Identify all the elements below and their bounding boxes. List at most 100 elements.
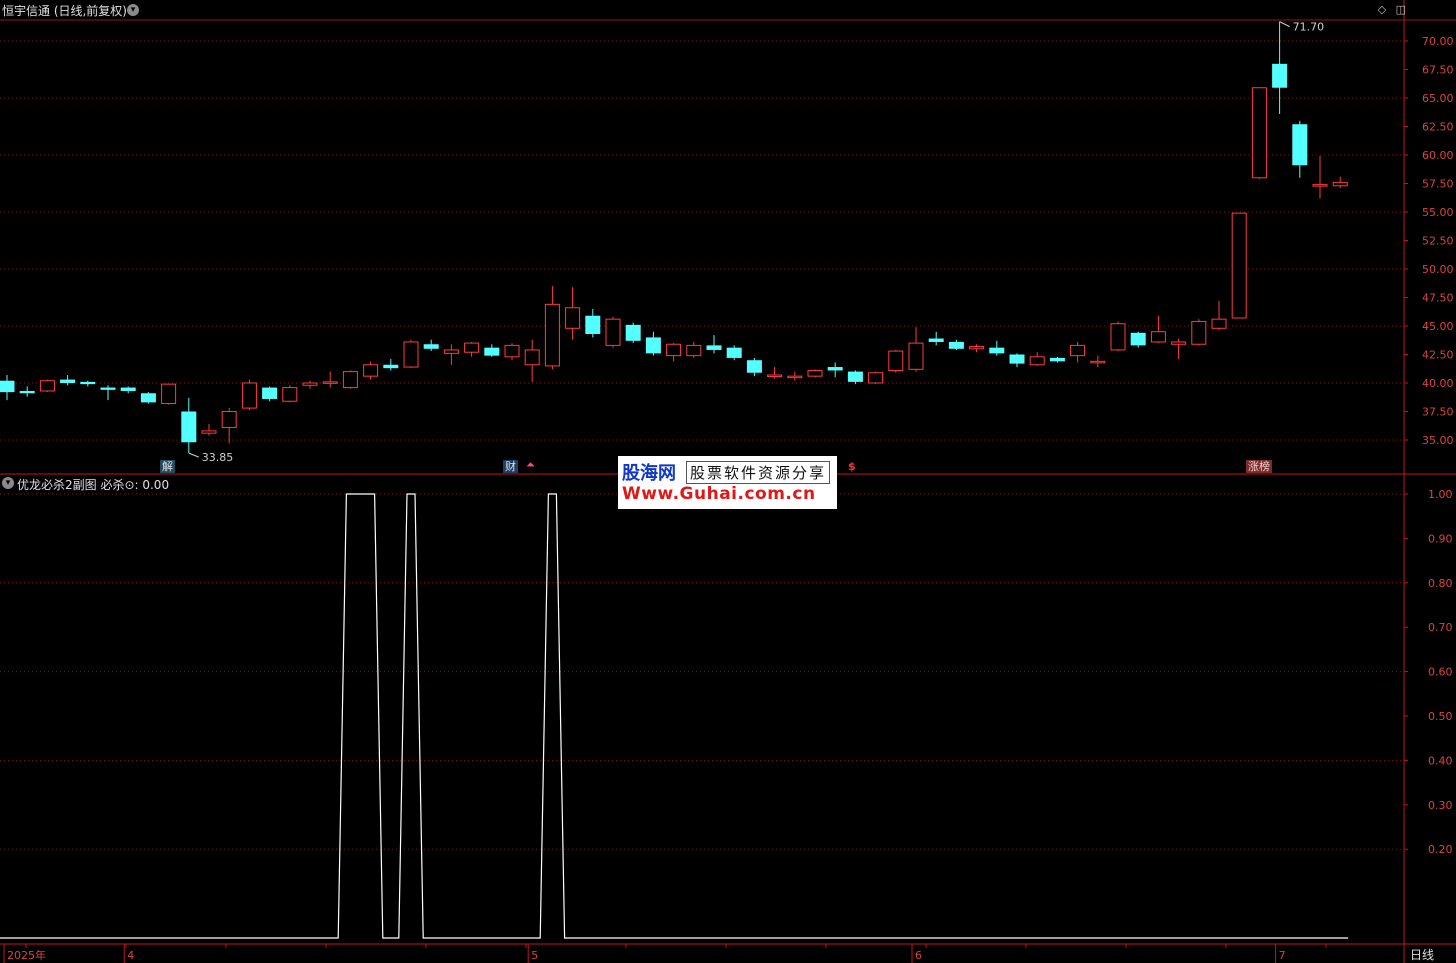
candle — [484, 344, 500, 357]
candle — [1049, 356, 1065, 363]
candle — [1070, 341, 1086, 363]
candle-body — [706, 345, 722, 350]
candle-body — [1070, 344, 1086, 357]
marker-dollar[interactable]: $ — [846, 460, 858, 473]
candle — [888, 349, 904, 373]
candle — [625, 322, 641, 344]
logo-cn-name: 股海网 — [622, 463, 676, 484]
candle — [1251, 87, 1267, 179]
candle — [0, 375, 15, 401]
up-marker-icon[interactable]: ⏶ — [524, 458, 537, 471]
candle-body — [443, 349, 459, 354]
candle-body — [0, 380, 15, 393]
indicator-axis-label: 0.40 — [1428, 754, 1453, 767]
indicator-axis-label: 0.20 — [1428, 843, 1453, 856]
price-axis-label: 35.00 — [1422, 434, 1454, 447]
candle — [686, 341, 702, 358]
candle — [241, 379, 257, 411]
candle — [565, 287, 581, 340]
candle-body — [1332, 181, 1348, 187]
candle-body — [1110, 323, 1126, 351]
candle — [1029, 352, 1045, 366]
price-axis-label: 45.00 — [1422, 320, 1454, 333]
marker-zhangbang[interactable]: 涨榜 — [1246, 460, 1272, 473]
candle-body — [181, 411, 197, 443]
candle-body — [282, 387, 298, 402]
price-axis-label: 52.50 — [1422, 235, 1454, 248]
candle-body — [625, 324, 641, 341]
candle-body — [686, 344, 702, 357]
candle-body — [746, 360, 762, 373]
logo-tagline: 股票软件资源分享 — [686, 461, 831, 484]
candle-body — [363, 364, 379, 377]
candle-body — [504, 344, 520, 358]
candle — [1211, 300, 1227, 331]
candle-body — [423, 344, 439, 349]
candle-body — [1272, 63, 1288, 88]
indicator-axis-label: 0.80 — [1428, 577, 1453, 590]
marker-cai[interactable]: 财 — [503, 460, 518, 473]
candle — [645, 331, 661, 356]
date-axis-label: 5 — [531, 949, 538, 962]
stock-title: 恒宇信通 (日线,前复权) — [2, 4, 127, 18]
candle — [1150, 315, 1166, 344]
candle — [403, 339, 419, 369]
candle-body — [666, 343, 682, 357]
indicator-axis-label: 0.60 — [1428, 666, 1453, 679]
candle-body — [1312, 184, 1328, 187]
date-axis-label: 2025年 — [7, 948, 46, 962]
candle — [120, 386, 136, 394]
candle-body — [1231, 212, 1247, 319]
candle — [1009, 353, 1025, 368]
diamond-icon[interactable]: ◇ — [1378, 3, 1386, 16]
candle-body — [302, 382, 318, 386]
candle — [989, 340, 1005, 356]
chevron-down-icon[interactable]: ▾ — [127, 4, 139, 16]
candle — [282, 385, 298, 403]
candle-body — [221, 411, 237, 428]
candle-body — [726, 347, 742, 358]
candle — [464, 341, 480, 357]
candle — [342, 370, 358, 389]
price-axis-label: 55.00 — [1422, 206, 1454, 219]
candle-body — [322, 381, 338, 384]
low-label: 33.85 — [202, 451, 234, 464]
candle — [666, 343, 682, 362]
candle — [605, 316, 621, 348]
candle-body — [645, 337, 661, 354]
candle-body — [1191, 320, 1207, 345]
sub-chevron-down-icon[interactable]: ▾ — [2, 477, 14, 489]
candle-body — [888, 350, 904, 371]
candle-body — [948, 341, 964, 349]
indicator-axis-label: 0.70 — [1428, 621, 1453, 634]
candle-body — [161, 383, 177, 405]
candle-body — [1130, 332, 1146, 346]
price-axis-label: 37.50 — [1422, 406, 1454, 419]
candle — [140, 392, 156, 404]
candle-body — [544, 303, 560, 367]
candle-body — [807, 369, 823, 377]
candle-body — [403, 341, 419, 368]
price-axis-label: 50.00 — [1422, 263, 1454, 276]
candle — [504, 343, 520, 361]
candle — [767, 367, 783, 379]
candle — [847, 370, 863, 385]
date-axis-label: 7 — [1279, 949, 1286, 962]
candle — [1332, 176, 1348, 189]
candle-body — [484, 347, 500, 356]
candle — [787, 371, 803, 381]
candle-body — [1090, 360, 1106, 364]
candle-body — [140, 393, 156, 403]
candle-body — [1171, 341, 1187, 345]
candle — [1090, 355, 1106, 368]
candle-body — [19, 390, 35, 394]
candle — [948, 339, 964, 350]
candle — [322, 371, 338, 388]
period-tab[interactable]: 日线 — [1410, 946, 1434, 963]
candle — [201, 424, 217, 436]
price-axis-label: 40.00 — [1422, 377, 1454, 390]
window-controls: ◇ ◫ — [1372, 3, 1406, 16]
marker-jie[interactable]: 解 — [160, 460, 175, 473]
candle-body — [60, 379, 76, 383]
window-toggle-icon[interactable]: ◫ — [1396, 3, 1406, 16]
